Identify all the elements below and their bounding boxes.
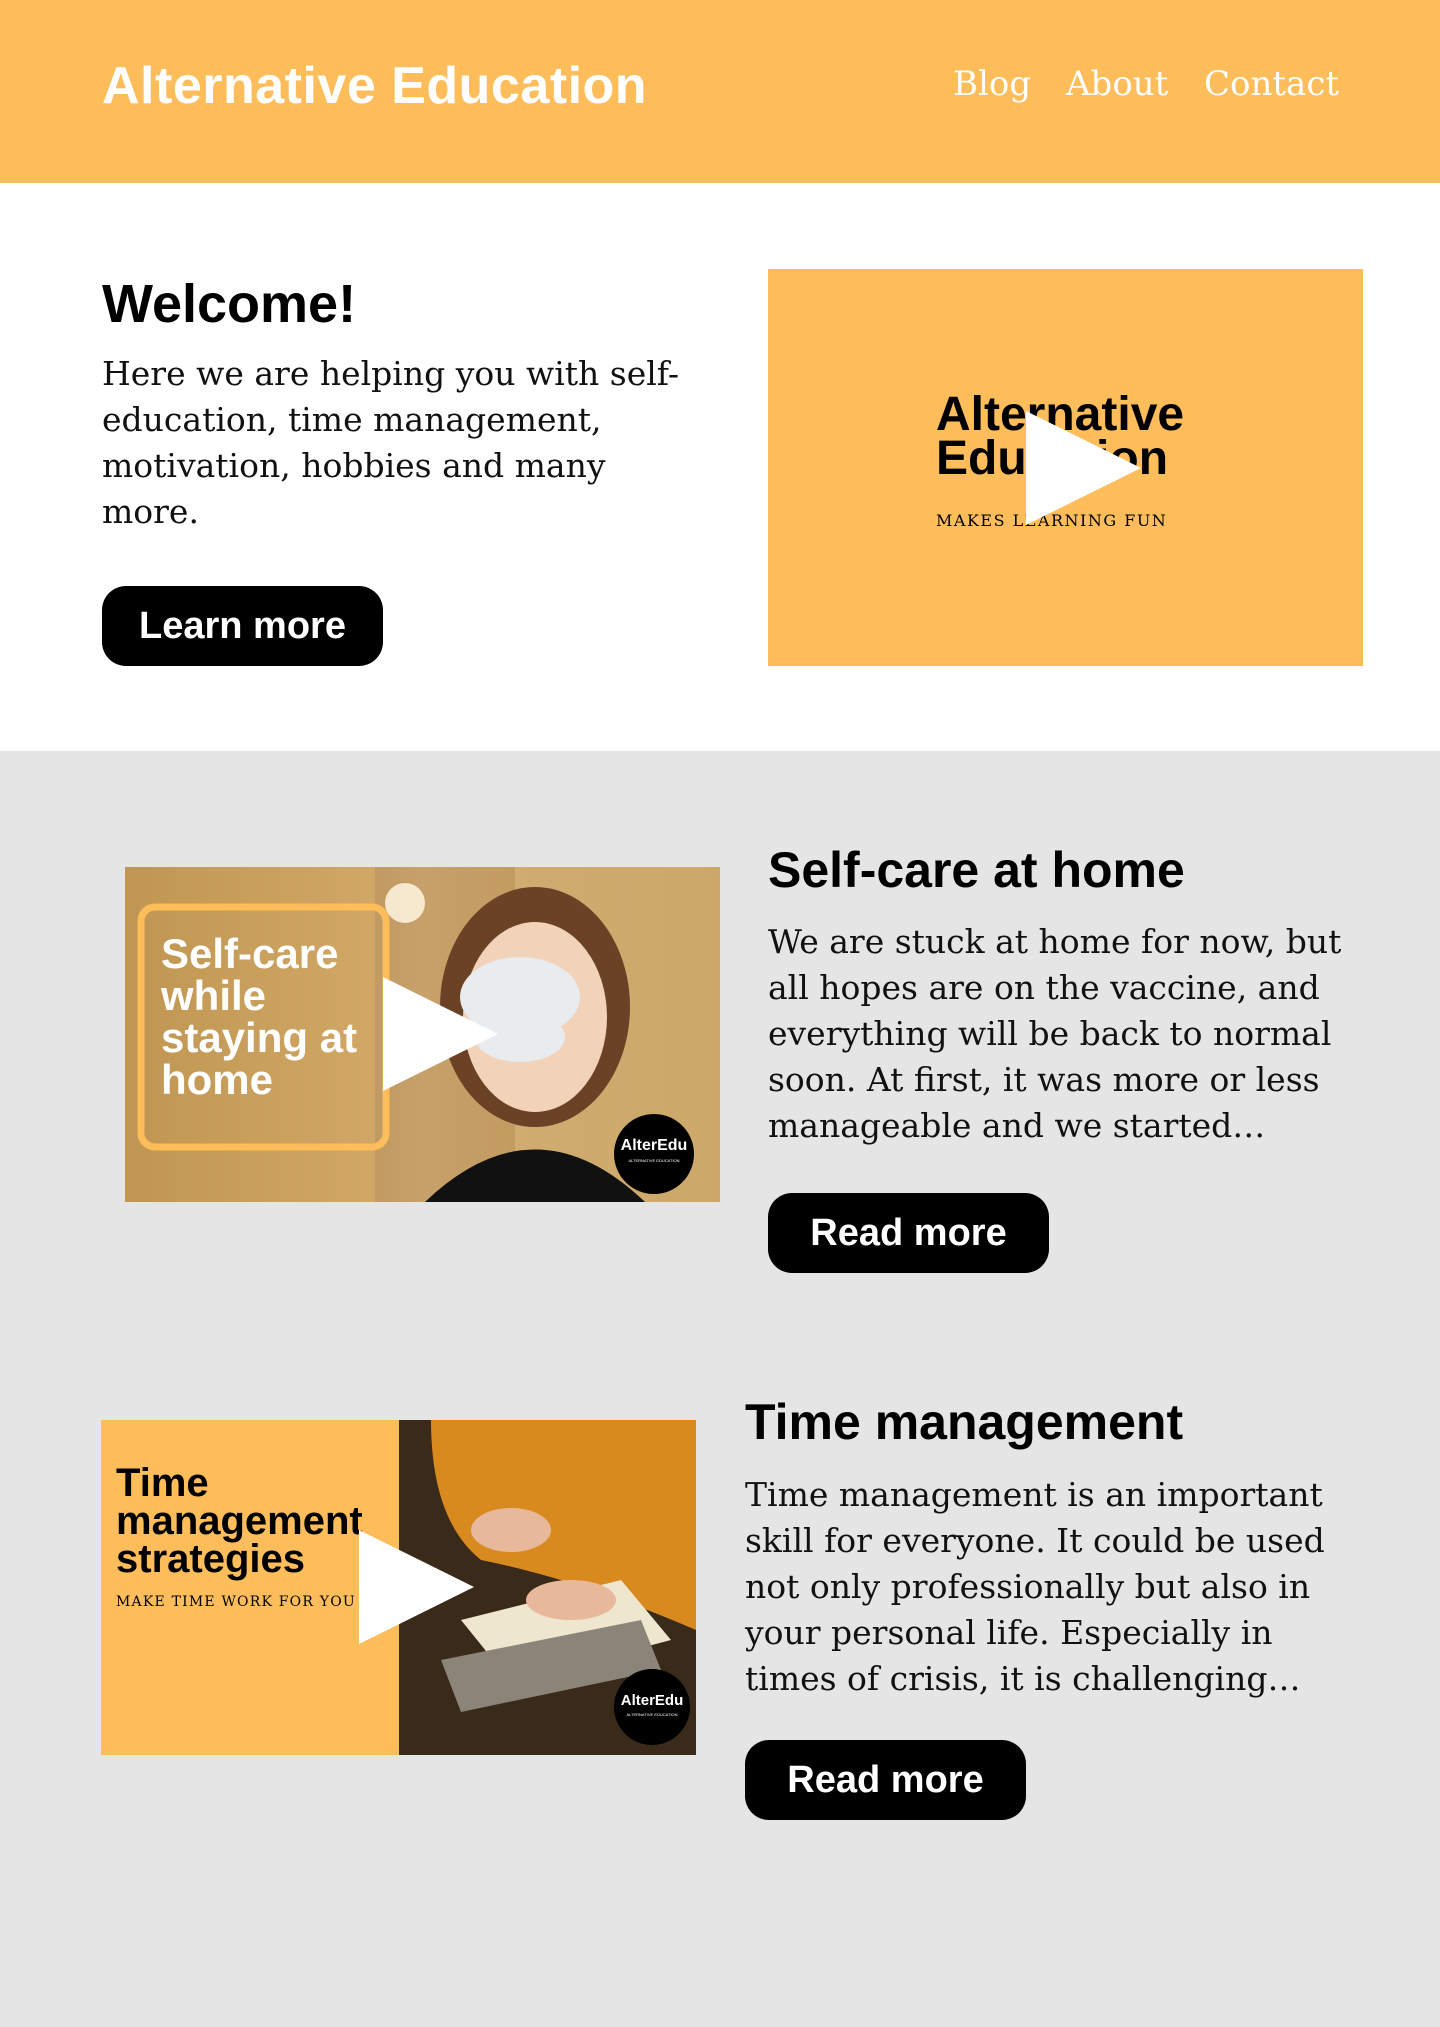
post-title-self-care[interactable]: Self-care at home xyxy=(768,841,1185,899)
read-more-self-care-button[interactable]: Read more xyxy=(768,1193,1049,1273)
nav-blog-link[interactable]: Blog xyxy=(953,64,1031,104)
post-excerpt-time-management: Time management is an important skill fo… xyxy=(745,1475,1325,1698)
nav-about-link[interactable]: About xyxy=(1066,64,1168,104)
read-more-time-management-button[interactable]: Read more xyxy=(745,1740,1026,1820)
alteredu-badge-sub: ALTERNATIVE EDUCATION xyxy=(628,1158,680,1163)
time-management-thumb-tagline: MAKE TIME WORK FOR YOU xyxy=(116,1594,356,1610)
play-icon[interactable] xyxy=(1026,411,1141,525)
hero-section: Welcome! Here we are helping you with se… xyxy=(0,183,1440,751)
thumb-text-line: staying at xyxy=(161,1014,358,1061)
hero-video-thumbnail[interactable]: Alternative Education MAKES LEARNING FUN xyxy=(768,269,1363,666)
self-care-thumb-text: Self-care while staying at home xyxy=(161,933,357,1101)
post-excerpt-self-care: We are stuck at home for now, but all ho… xyxy=(768,922,1342,1145)
thumb-text-line: management xyxy=(116,1499,363,1543)
site-header: Alternative Education Blog About Contact xyxy=(0,0,1440,183)
play-icon[interactable] xyxy=(359,1530,474,1644)
post-title-time-management[interactable]: Time management xyxy=(745,1393,1183,1451)
play-icon[interactable] xyxy=(383,977,498,1091)
nav-contact-link[interactable]: Contact xyxy=(1204,64,1339,104)
time-management-thumb-text: Time management strategies xyxy=(116,1461,363,1581)
posts-section: Self-care while staying at home AlterEdu… xyxy=(0,751,1440,2027)
hero-description: Here we are helping you with self-educat… xyxy=(102,354,679,531)
site-brand[interactable]: Alternative Education xyxy=(102,56,647,116)
thumb-text-line: while xyxy=(161,972,267,1019)
thumb-text-line: Time xyxy=(116,1461,209,1505)
self-care-video-thumbnail[interactable]: Self-care while staying at home AlterEdu… xyxy=(125,867,720,1202)
alteredu-badge: AlterEdu xyxy=(620,1692,684,1709)
hero-title: Welcome! xyxy=(102,274,357,334)
thumb-text-line: Self-care xyxy=(161,930,339,977)
time-management-video-thumbnail[interactable]: Time management strategies MAKE TIME WOR… xyxy=(101,1420,696,1755)
thumb-text-line: strategies xyxy=(116,1537,305,1581)
thumb-text-line: home xyxy=(161,1056,274,1103)
learn-more-button[interactable]: Learn more xyxy=(102,586,383,666)
alteredu-badge-sub: ALTERNATIVE EDUCATION xyxy=(626,1712,678,1717)
alteredu-badge: AlterEdu xyxy=(620,1137,688,1154)
